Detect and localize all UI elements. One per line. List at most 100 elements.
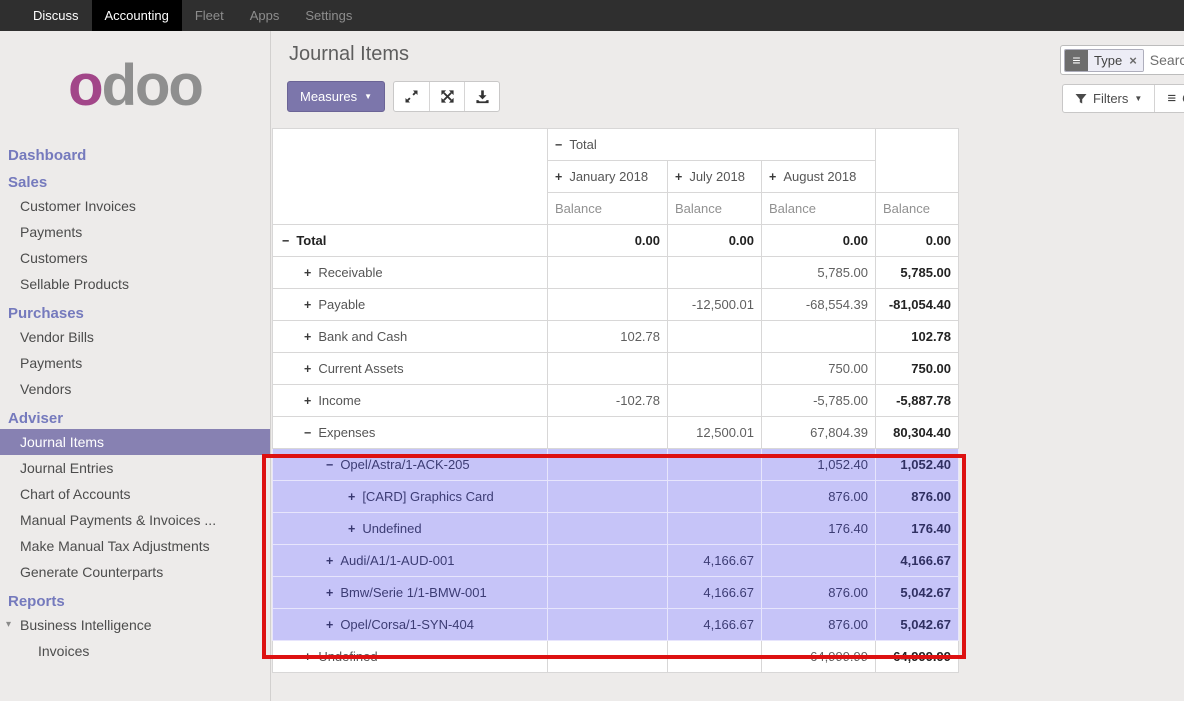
sidebar-item-vendor-bills[interactable]: Vendor Bills (0, 324, 270, 350)
facet-category-icon: ≡ (1065, 50, 1088, 71)
sidebar-item-business-intelligence[interactable]: ▾Business Intelligence (0, 612, 270, 638)
sidebar-item-sellable-products[interactable]: Sellable Products (0, 271, 270, 297)
search-bar[interactable]: ≡ Type × (1060, 45, 1184, 75)
sidebar-item-label: Sellable Products (20, 276, 129, 292)
pivot-cell: 102.78 (548, 321, 668, 353)
pivot-cell (668, 513, 762, 545)
pivot-cell (548, 289, 668, 321)
nav-item-fleet[interactable]: Fleet (182, 0, 237, 31)
pivot-row-label: Payable (318, 297, 365, 312)
pivot-row-header[interactable]: +Bank and Cash (273, 321, 548, 353)
sidebar-item-generate-counterparts[interactable]: Generate Counterparts (0, 559, 270, 585)
filters-button[interactable]: Filters ▼ (1063, 85, 1154, 112)
pivot-cell: 5,785.00 (876, 257, 959, 289)
caret-down-icon: ▾ (6, 612, 11, 638)
sidebar-heading-adviser[interactable]: Adviser (0, 409, 270, 429)
pivot-cell: 876.00 (762, 577, 876, 609)
pivot-row-header[interactable]: + Bmw/Serie 1/1-BMW-001 (273, 577, 548, 609)
expand-icon: + (304, 650, 311, 664)
sidebar-item-invoices[interactable]: Invoices (0, 638, 270, 664)
pivot-row-header[interactable]: +Undefined (273, 513, 548, 545)
sidebar-item-customer-invoices[interactable]: Customer Invoices (0, 193, 270, 219)
pivot-cell: -5,887.78 (876, 385, 959, 417)
sidebar-heading-sales[interactable]: Sales (0, 173, 270, 193)
pivot-row-header[interactable]: +Audi/A1/1-AUD-001 (273, 545, 548, 577)
pivot-cell (548, 481, 668, 513)
pivot-cell: 4,166.67 (668, 609, 762, 641)
pivot-col-group-total[interactable]: −Total (548, 129, 876, 161)
pivot-cell: 876.00 (762, 609, 876, 641)
pivot-row-header[interactable]: +Opel/Corsa/1-SYN-404 (273, 609, 548, 641)
pivot-col-header[interactable]: +July 2018 (668, 161, 762, 193)
sidebar-item-label: Invoices (38, 643, 89, 659)
pivot-cell: 64,999.99 (876, 641, 959, 673)
pivot-row-header[interactable]: +Payable (273, 289, 548, 321)
download-button[interactable] (464, 82, 499, 111)
sidebar-item-label: Payments (20, 224, 82, 240)
funnel-icon (1075, 93, 1087, 105)
groupby-button[interactable]: ≡ Group By (1154, 85, 1184, 112)
caret-down-icon: ▼ (1134, 94, 1142, 103)
pivot-cell (548, 641, 668, 673)
sidebar-item-make-manual-tax-adjustments[interactable]: Make Manual Tax Adjustments (0, 533, 270, 559)
pivot-total-col-header (876, 129, 959, 193)
pivot-row-label: Expenses (318, 425, 375, 440)
sidebar-item-journal-entries[interactable]: Journal Entries (0, 455, 270, 481)
odoo-logo-gray: doo (102, 53, 202, 118)
sidebar-item-journal-items[interactable]: Journal Items (0, 429, 270, 455)
pivot-row-label: Bmw/Serie 1/1-BMW-001 (340, 585, 486, 600)
odoo-logo: odoo (0, 55, 270, 117)
search-input[interactable] (1150, 52, 1184, 68)
nav-item-settings[interactable]: Settings (292, 0, 365, 31)
pivot-cell (762, 545, 876, 577)
pivot-row-label: Undefined (318, 649, 377, 664)
sidebar-heading-reports[interactable]: Reports (0, 592, 270, 612)
sidebar-item-customers[interactable]: Customers (0, 245, 270, 271)
pivot-row-header[interactable]: −Total (273, 225, 548, 257)
expand-all-button[interactable] (429, 82, 464, 111)
sidebar-heading-dashboard[interactable]: Dashboard (0, 146, 270, 166)
pivot-cell (548, 577, 668, 609)
pivot-row-header[interactable]: +Income (273, 385, 548, 417)
expand-icon: + (326, 586, 333, 600)
pivot-row-header[interactable]: +[CARD] Graphics Card (273, 481, 548, 513)
pivot-col-header-label: July 2018 (689, 169, 745, 184)
pivot-cell: -81,054.40 (876, 289, 959, 321)
sidebar-item-vendors[interactable]: Vendors (0, 376, 270, 402)
measures-button[interactable]: Measures ▼ (287, 81, 385, 112)
pivot-row-header[interactable]: +Current Assets (273, 353, 548, 385)
sidebar-item-label: Customer Invoices (20, 198, 136, 214)
sidebar-heading-purchases[interactable]: Purchases (0, 304, 270, 324)
pivot-row-header[interactable]: −Opel/Astra/1-ACK-205 (273, 449, 548, 481)
pivot-row-header[interactable]: −Expenses (273, 417, 548, 449)
pivot-row-label: Bank and Cash (318, 329, 407, 344)
collapse-icon: − (304, 426, 311, 440)
flip-axis-button[interactable] (394, 82, 429, 111)
pivot-col-header[interactable]: +January 2018 (548, 161, 668, 193)
expand-icon: + (769, 170, 776, 184)
pivot-row-header[interactable]: +Receivable (273, 257, 548, 289)
pivot-row-label: Total (296, 233, 326, 248)
nav-item-apps[interactable]: Apps (237, 0, 293, 31)
pivot-table: −Total+January 2018+July 2018+August 201… (272, 128, 959, 673)
sidebar-item-label: Customers (20, 250, 88, 266)
pivot-cell: 750.00 (762, 353, 876, 385)
facet-remove-icon[interactable]: × (1128, 50, 1143, 71)
sidebar-item-manual-payments-invoices-[interactable]: Manual Payments & Invoices ... (0, 507, 270, 533)
pivot-cell: 67,804.39 (762, 417, 876, 449)
sidebar-item-chart-of-accounts[interactable]: Chart of Accounts (0, 481, 270, 507)
pivot-cell: 0.00 (668, 225, 762, 257)
nav-item-accounting[interactable]: Accounting (92, 0, 182, 31)
sidebar-section: PurchasesVendor BillsPaymentsVendors (0, 304, 270, 402)
pivot-cell: -68,554.39 (762, 289, 876, 321)
sidebar-item-payments[interactable]: Payments (0, 219, 270, 245)
pivot-row-label: Receivable (318, 265, 382, 280)
sidebar-item-payments[interactable]: Payments (0, 350, 270, 376)
nav-item-discuss[interactable]: Discuss (20, 0, 92, 31)
pivot-row-header[interactable]: + Undefined (273, 641, 548, 673)
page-title: Journal Items (289, 43, 409, 66)
pivot-cell: 80,304.40 (876, 417, 959, 449)
pivot-cell (668, 257, 762, 289)
sidebar-section: AdviserJournal ItemsJournal EntriesChart… (0, 409, 270, 585)
pivot-col-header[interactable]: +August 2018 (762, 161, 876, 193)
